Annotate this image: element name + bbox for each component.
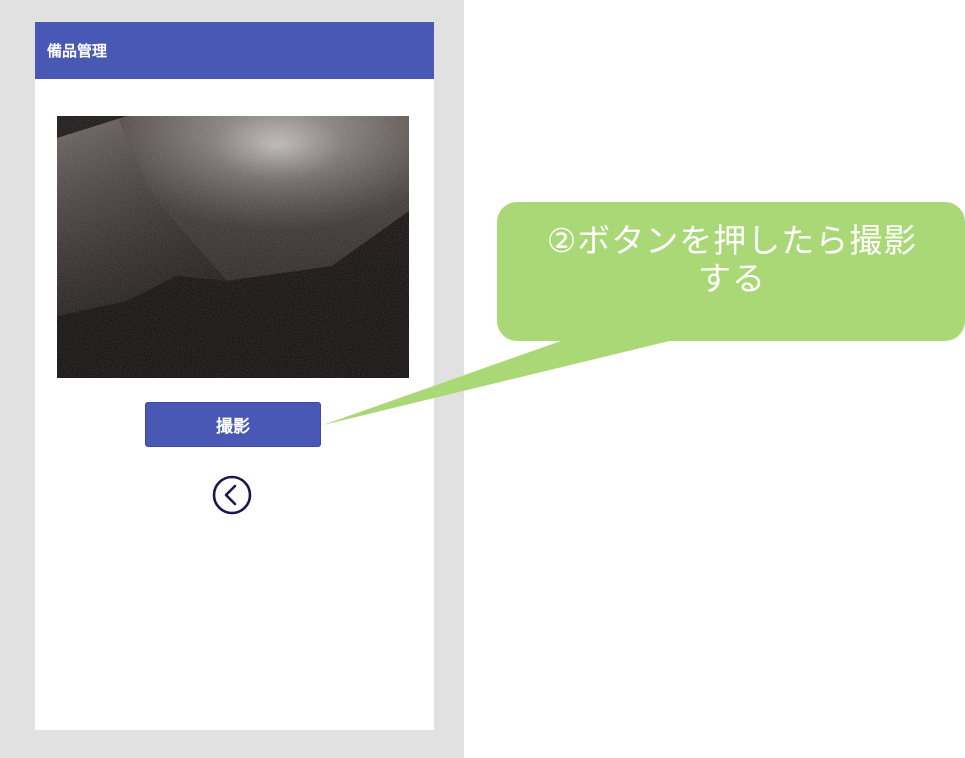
capture-button[interactable]: 撮影 [145,402,321,447]
callout-text: ②ボタンを押したら撮影 する [499,222,965,298]
chevron-left-circle-icon [212,475,252,515]
callout-text-line-1: ②ボタンを押したら撮影 [546,221,918,260]
callout-text-line-2: する [698,259,766,298]
app-screen: 備品管理 撮影 [35,22,434,730]
app-header: 備品管理 [35,22,434,79]
camera-preview [57,116,409,378]
app-title: 備品管理 [47,42,108,60]
back-button[interactable] [210,473,254,517]
phone-frame: 備品管理 撮影 [0,0,464,758]
camera-preview-image [57,116,409,378]
